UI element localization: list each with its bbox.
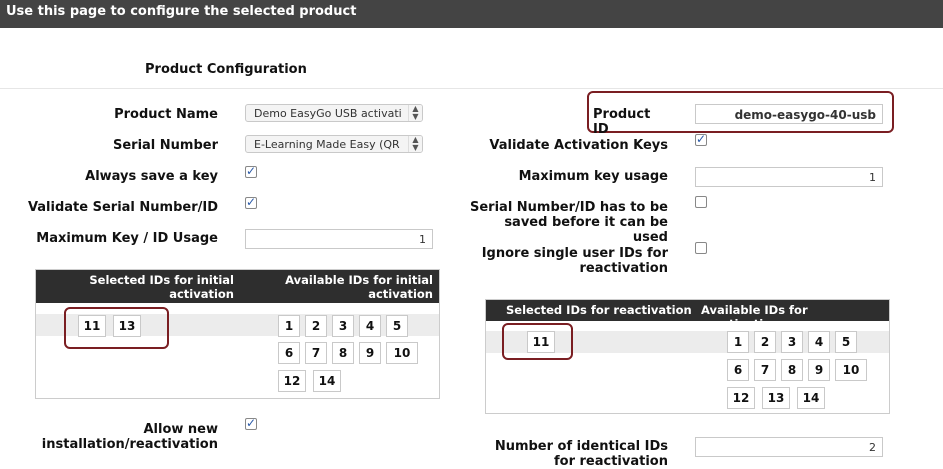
max-key-usage-input[interactable]: 1 bbox=[695, 167, 883, 187]
section-title: Product Configuration bbox=[145, 62, 307, 77]
product-id-label: Product ID bbox=[593, 107, 651, 137]
available-id[interactable]: 14 bbox=[313, 370, 341, 392]
serial-number-select[interactable]: E-Learning Made Easy (QR ▲ ▼ bbox=[245, 135, 423, 153]
serial-saved-checkbox[interactable] bbox=[695, 196, 707, 208]
available-reactivation-id[interactable]: 12 bbox=[727, 387, 755, 409]
select-arrows-icon: ▲ ▼ bbox=[408, 105, 422, 121]
available-id[interactable]: 5 bbox=[386, 315, 408, 337]
selected-id-11[interactable]: 11 bbox=[78, 315, 106, 337]
serial-number-label: Serial Number bbox=[112, 138, 218, 153]
available-id[interactable]: 3 bbox=[332, 315, 354, 337]
validate-activation-checkbox[interactable]: ✓ bbox=[695, 133, 707, 146]
available-reactivation-id[interactable]: 6 bbox=[727, 359, 749, 381]
product-name-value: Demo EasyGo USB activati bbox=[254, 107, 402, 120]
product-name-select[interactable]: Demo EasyGo USB activati ▲ ▼ bbox=[245, 104, 423, 122]
available-reactivation-id[interactable]: 4 bbox=[808, 331, 830, 353]
panel-header: Selected IDs for initial activation Avai… bbox=[36, 270, 439, 303]
available-ids-reactivation-header: Available IDs for reactivation bbox=[701, 303, 808, 331]
max-key-label: Maximum Key / ID Usage bbox=[36, 231, 218, 246]
available-id[interactable]: 9 bbox=[359, 342, 381, 364]
available-id[interactable]: 8 bbox=[332, 342, 354, 364]
panel-header: Selected IDs for reactivation Available … bbox=[486, 300, 889, 331]
max-key-usage-label: Maximum key usage bbox=[518, 169, 668, 184]
product-name-label: Product Name bbox=[114, 107, 218, 122]
selected-ids-header: Selected IDs for initial activation bbox=[89, 273, 234, 301]
available-reactivation-id[interactable]: 9 bbox=[808, 359, 830, 381]
serial-number-value: E-Learning Made Easy (QR bbox=[254, 138, 400, 151]
serial-saved-label: Serial Number/ID has to be saved before … bbox=[470, 200, 669, 245]
divider bbox=[0, 88, 943, 89]
identical-ids-input[interactable]: 2 bbox=[695, 437, 883, 457]
available-id[interactable]: 6 bbox=[278, 342, 300, 364]
allow-new-label: Allow new installation/reactivation bbox=[41, 422, 218, 452]
available-reactivation-id[interactable]: 13 bbox=[762, 387, 790, 409]
allow-new-checkbox[interactable]: ✓ bbox=[245, 417, 257, 430]
available-ids-header: Available IDs for initial activation bbox=[285, 273, 433, 301]
ignore-single-checkbox[interactable] bbox=[695, 242, 707, 254]
available-id[interactable]: 2 bbox=[305, 315, 327, 337]
selected-ids-reactivation-header: Selected IDs for reactivation bbox=[506, 303, 692, 317]
max-key-input[interactable]: 1 bbox=[245, 229, 433, 249]
always-save-label: Always save a key bbox=[85, 169, 218, 184]
selected-reactivation-id-11[interactable]: 11 bbox=[527, 331, 555, 353]
available-reactivation-id[interactable]: 14 bbox=[797, 387, 825, 409]
validate-activation-label: Validate Activation Keys bbox=[489, 138, 668, 153]
product-id-input[interactable]: demo-easygo-40-usb bbox=[695, 104, 883, 124]
available-reactivation-id[interactable]: 3 bbox=[781, 331, 803, 353]
available-id[interactable]: 10 bbox=[386, 342, 418, 364]
available-id[interactable]: 7 bbox=[305, 342, 327, 364]
available-reactivation-id[interactable]: 7 bbox=[754, 359, 776, 381]
available-reactivation-id[interactable]: 1 bbox=[727, 331, 749, 353]
available-id[interactable]: 1 bbox=[278, 315, 300, 337]
selected-id-13[interactable]: 13 bbox=[113, 315, 141, 337]
validate-serial-label: Validate Serial Number/ID bbox=[27, 200, 218, 215]
ignore-single-label: Ignore single user IDs for reactivation bbox=[481, 246, 668, 276]
available-id[interactable]: 12 bbox=[278, 370, 306, 392]
available-reactivation-id[interactable]: 8 bbox=[781, 359, 803, 381]
available-reactivation-id[interactable]: 10 bbox=[835, 359, 867, 381]
available-reactivation-id[interactable]: 2 bbox=[754, 331, 776, 353]
validate-serial-checkbox[interactable]: ✓ bbox=[245, 196, 257, 209]
available-reactivation-id[interactable]: 5 bbox=[835, 331, 857, 353]
always-save-checkbox[interactable]: ✓ bbox=[245, 165, 257, 178]
page-header: Use this page to configure the selected … bbox=[0, 0, 943, 28]
available-id[interactable]: 4 bbox=[359, 315, 381, 337]
select-arrows-icon: ▲ ▼ bbox=[408, 136, 422, 152]
